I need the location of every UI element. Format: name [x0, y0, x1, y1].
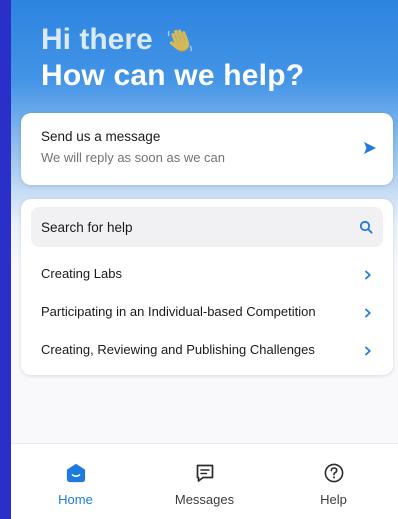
nav-help[interactable]: Help: [269, 444, 398, 519]
greeting-text: Hi there: [41, 23, 153, 56]
nav-messages[interactable]: Messages: [140, 444, 269, 519]
messenger-window: Hi there How can we help? Send us a mess…: [10, 0, 398, 519]
nav-label: Help: [320, 492, 347, 507]
nav-home[interactable]: Home: [11, 444, 140, 519]
help-card: Search for help Creating Labs Participat…: [21, 199, 393, 375]
help-item-individual-competition[interactable]: Participating in an Individual-based Com…: [31, 292, 383, 330]
nav-label: Home: [58, 492, 93, 507]
send-icon: [363, 141, 377, 155]
help-item-label: Creating Labs: [41, 265, 122, 281]
help-articles-list: Creating Labs Participating in an Indivi…: [31, 254, 383, 368]
chevron-right-icon: [363, 306, 373, 318]
search-icon: [359, 220, 373, 234]
nav-label: Messages: [174, 492, 235, 507]
home-icon: [66, 463, 85, 483]
send-message-card[interactable]: Send us a message We will reply as soon …: [21, 113, 393, 185]
chevron-right-icon: [363, 268, 373, 280]
help-item-label: Creating, Reviewing and Publishing Chall…: [41, 341, 315, 357]
chevron-right-icon: [363, 344, 373, 356]
headline: How can we help?: [41, 59, 305, 92]
search-for-help-button[interactable]: Search for help: [31, 207, 383, 247]
send-message-subtitle: We will reply as soon as we can: [41, 150, 226, 165]
greeting: Hi there How can we help?: [41, 22, 304, 94]
search-label: Search for help: [41, 219, 133, 235]
send-message-title: Send us a message: [41, 129, 161, 144]
chat-icon: [196, 464, 213, 482]
help-item-creating-labs[interactable]: Creating Labs: [31, 254, 383, 292]
waving-hand-icon: [165, 25, 195, 55]
help-item-challenges[interactable]: Creating, Reviewing and Publishing Chall…: [31, 330, 383, 368]
help-circle-icon: [324, 463, 343, 483]
bottom-navigation: Home Messages Help: [11, 443, 398, 519]
help-item-label: Participating in an Individual-based Com…: [41, 303, 316, 319]
greeting-line: Hi there: [41, 22, 304, 58]
